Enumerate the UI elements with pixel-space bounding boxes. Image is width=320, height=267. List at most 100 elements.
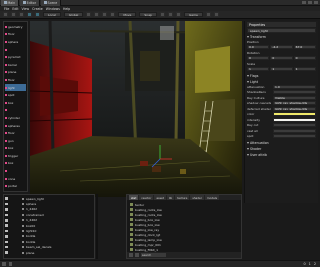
menu-edit[interactable]: Edit [12,7,18,11]
browser-tab[interactable]: lib [166,195,175,200]
menu-windows[interactable]: Windows [46,7,60,11]
node-list-item[interactable]: floor [5,76,26,84]
node-list-item[interactable]: cone [5,175,26,183]
user-attrib-section[interactable]: User attrib [247,152,316,157]
light-property-value[interactable] [273,134,316,139]
node-list-item[interactable]: spheres [5,122,26,130]
light-property-value[interactable] [273,123,316,128]
menu-file[interactable]: File [4,7,9,11]
browser-search-input[interactable]: search [141,253,166,257]
app-icon [4,1,7,4]
maximize-icon[interactable] [308,0,312,5]
toolbar-group-snap[interactable]: Snap [139,12,157,17]
node-list-item[interactable]: floor [5,31,26,39]
visibility-toggle[interactable] [5,250,19,255]
node-label: barrel [8,62,17,67]
scale-x-field[interactable]: 1 [247,67,270,72]
move-icon[interactable] [94,12,100,17]
rotation-x-field[interactable]: 0 [247,56,270,61]
pause-icon[interactable] [213,12,219,17]
node-list-item[interactable]: geometry [5,23,26,31]
toolbar-group-move[interactable]: Move [118,12,137,17]
window-tab-main[interactable]: Main [1,0,20,6]
position-y-field[interactable]: -4.2 [270,45,293,50]
node-list-item[interactable]: barrel [5,61,26,69]
light-icon[interactable] [175,12,181,17]
toolbar-group-game[interactable]: Game [183,12,203,17]
node-list-item[interactable]: sphere [5,38,26,46]
window-tab-editor[interactable]: Editor [20,0,41,6]
scale-z-field[interactable]: 1 [293,67,316,72]
light-property-value[interactable]: Visible [273,95,316,100]
rotate-icon[interactable] [102,12,108,17]
node-list-item[interactable]: cylinder [5,114,26,122]
light-property-value[interactable] [273,112,316,117]
light-property-value[interactable]: light_ray_shadow.dds [273,101,316,106]
browser-footer: search [127,252,241,258]
node-name-field[interactable]: spawn_light [247,28,316,33]
light-property-value[interactable]: light_ray_shadow.dds [273,106,316,111]
menu-help[interactable]: Help [63,7,70,11]
redo-icon[interactable] [35,12,40,17]
add-icon[interactable] [129,253,133,257]
node-list-item[interactable] [5,167,26,175]
node-list-item[interactable] [5,107,26,115]
3d-viewport[interactable] [30,21,242,197]
flags-section[interactable]: Flags [247,73,316,78]
node-list-item[interactable]: portal [5,182,26,190]
node-list-item[interactable]: light [5,83,26,92]
browser-tab[interactable]: models [204,195,220,200]
browser-tab[interactable]: shader [190,195,204,200]
node-list-item[interactable]: floor [5,129,26,137]
save-icon[interactable] [19,12,24,17]
browser-item-label: busting_roots_low [135,207,162,212]
remove-icon[interactable] [135,253,139,257]
play-icon[interactable] [205,12,211,17]
scale-icon[interactable] [110,12,116,17]
light-property-value[interactable] [273,90,316,95]
rotation-z-field[interactable]: 0 [293,56,316,61]
camera-icon[interactable] [167,12,173,17]
toolbar-group-local[interactable]: Local [43,12,61,17]
browser-tab[interactable]: asset [154,195,166,200]
node-list-item[interactable]: gun [5,137,26,145]
close-icon[interactable] [314,0,318,5]
select-icon[interactable] [86,12,92,17]
scale-y-field[interactable]: 1 [270,67,293,72]
grid-icon[interactable] [159,12,165,17]
rotation-y-field[interactable]: 0 [270,56,293,61]
undo-icon[interactable] [27,12,32,17]
menu-create[interactable]: Create [32,7,43,11]
node-list-item[interactable]: pyramid [5,53,26,61]
menu-view[interactable]: View [22,7,30,11]
light-property-value[interactable]: 1.0 [273,84,316,89]
window-tab-scene[interactable]: Scene [41,0,62,6]
browser-tab[interactable]: reactor [139,195,154,200]
new-icon[interactable] [3,12,8,17]
node-list-item[interactable] [5,46,26,54]
outliner-item[interactable]: plane [22,250,95,255]
node-marker-icon [5,154,7,157]
minimize-icon[interactable] [302,0,306,5]
panel-divider[interactable] [96,194,98,259]
info-icon[interactable] [8,262,12,266]
node-list-item[interactable]: plane [5,69,26,77]
shader-section[interactable]: Shader [247,146,316,151]
toolbar-group-global[interactable]: Global [63,12,84,17]
attenuation-section[interactable]: Attenuation [247,140,316,145]
node-list-item[interactable]: spot [5,91,26,99]
console-icon[interactable] [2,262,6,266]
node-list-item[interactable]: trigger [5,152,26,160]
position-z-field[interactable]: 67.0 [293,45,316,50]
browser-tab[interactable]: stat [129,195,139,200]
node-list-item[interactable]: box [5,99,26,107]
node-marker-icon [5,63,7,66]
node-list-item[interactable]: box [5,145,26,153]
browser-tab[interactable]: texture [175,195,190,200]
light-property-value[interactable] [273,117,316,122]
node-label: sphere [8,39,19,44]
position-x-field[interactable]: 0.0 [247,45,270,50]
node-list-item[interactable]: box [5,160,26,168]
open-icon[interactable] [11,12,16,17]
light-property-value[interactable] [273,128,316,133]
